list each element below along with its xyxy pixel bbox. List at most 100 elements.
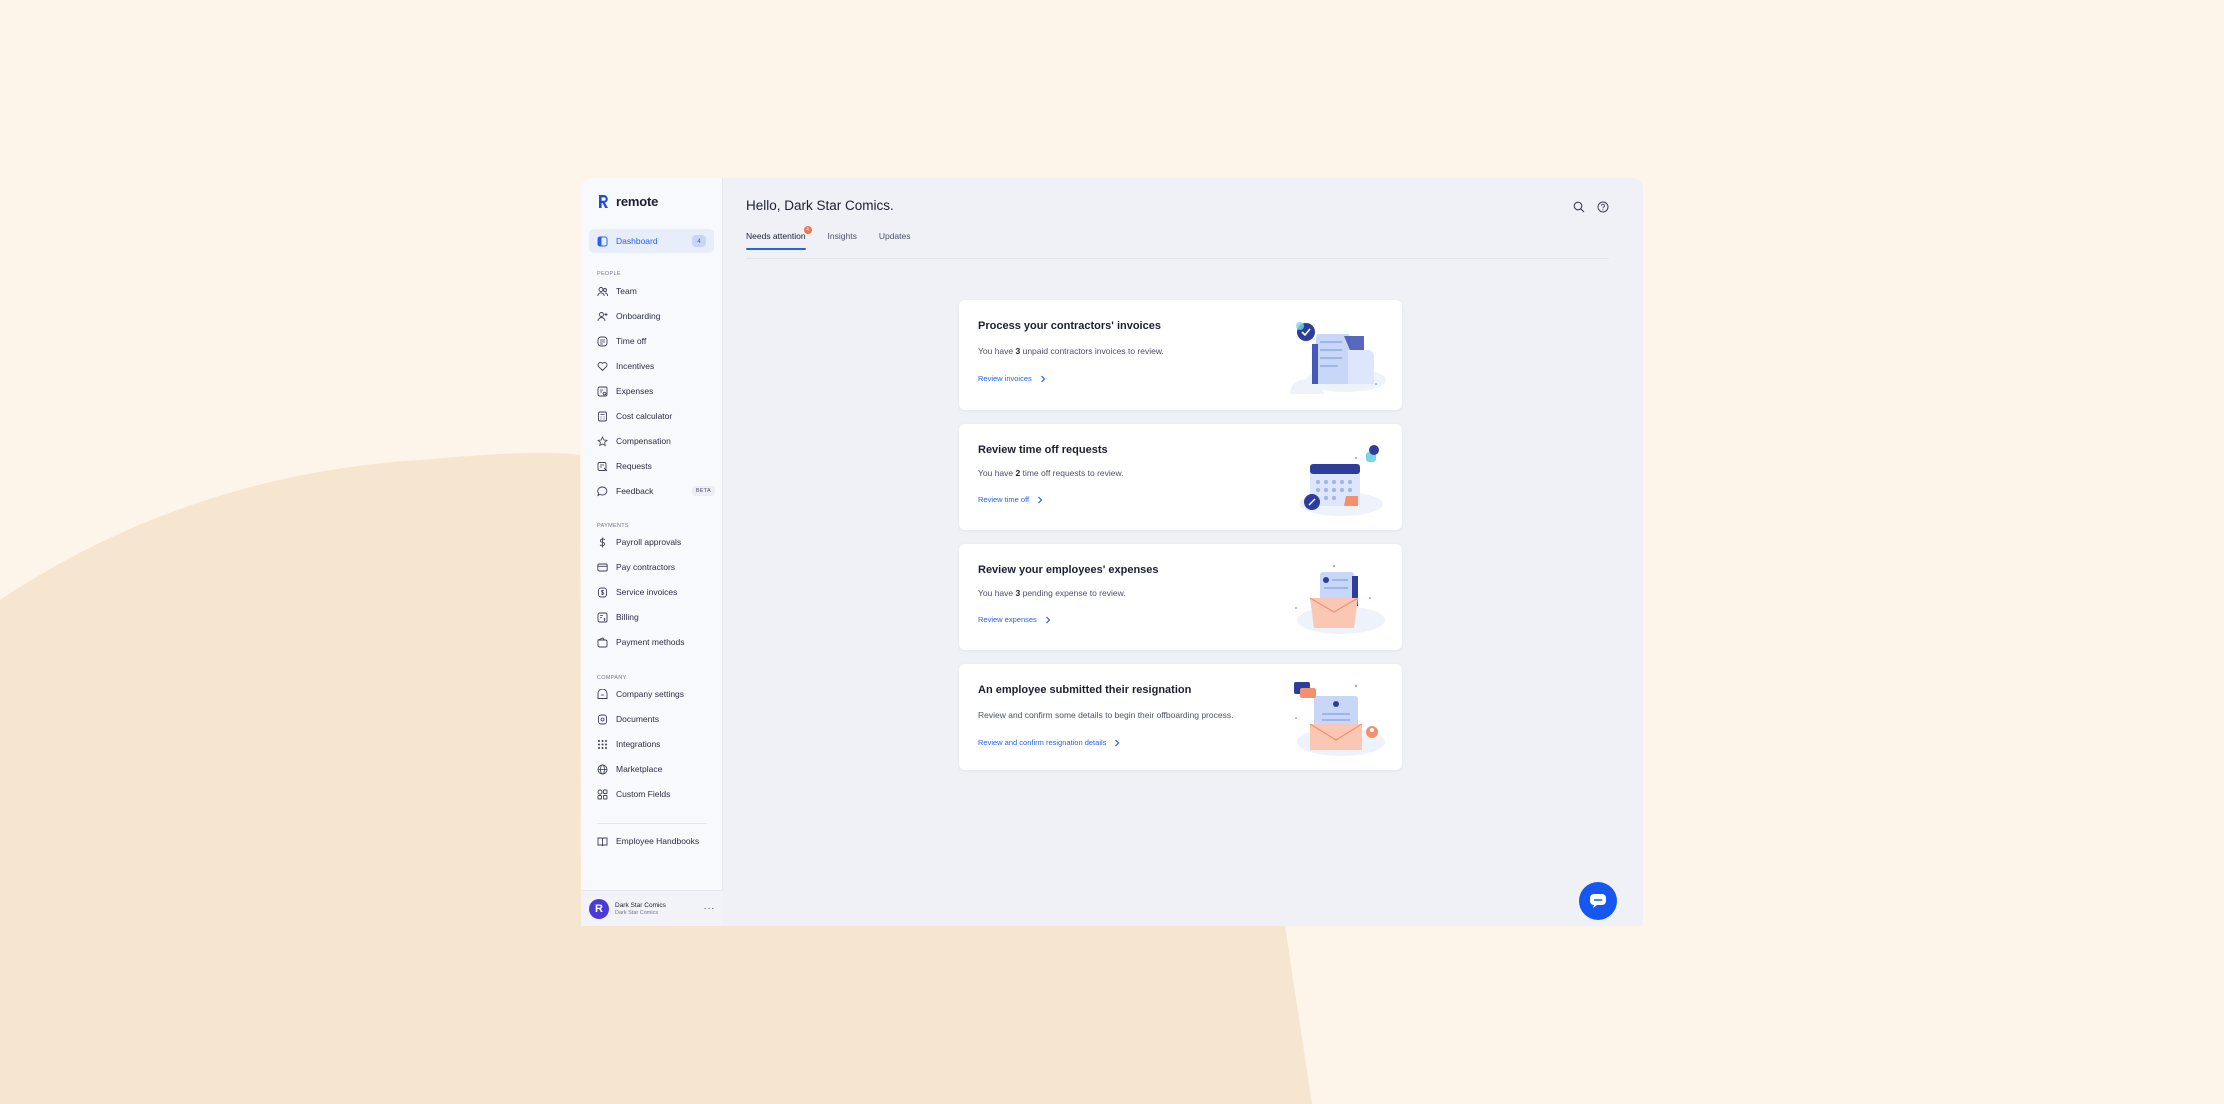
task-cards: Process your contractors' invoices You h… (959, 300, 1402, 784)
fields-icon (597, 789, 608, 799)
sidebar-item-label: Custom Fields (616, 789, 671, 799)
task-card-time-off: Review time off requests You have 2 time… (959, 424, 1402, 530)
account-switcher[interactable]: R Dark Star Comics Dark Star Comics ··· (581, 890, 723, 926)
sidebar-item-label: Payment methods (616, 637, 685, 647)
sidebar-item-marketplace[interactable]: Marketplace (597, 762, 715, 776)
app-window: remote Dashboard 4 PEOPLE Team Onboardin… (581, 178, 1643, 926)
card-title: An employee submitted their resignation (978, 684, 1192, 696)
card-title: Review time off requests (978, 444, 1108, 456)
expenses-icon (597, 386, 608, 396)
team-icon (597, 286, 608, 296)
sidebar-item-label: Dashboard (616, 236, 658, 246)
sidebar-item-label: Team (616, 286, 637, 296)
account-name: Dark Star Comics (615, 901, 666, 909)
sidebar-item-label: Incentives (616, 361, 655, 371)
tab-updates[interactable]: Updates (879, 231, 911, 250)
sidebar-item-label: Service invoices (616, 587, 678, 597)
globe-icon (597, 764, 608, 774)
avatar: R (589, 898, 609, 919)
card-description: You have 2 time off requests to review. (978, 468, 1124, 478)
chat-support-button[interactable] (1579, 882, 1617, 920)
card-description: You have 3 unpaid contractors invoices t… (978, 346, 1164, 356)
notification-badge: 4 (803, 226, 812, 234)
tab-label: Needs attention (746, 231, 806, 241)
sidebar-item-payment-methods[interactable]: Payment methods (597, 635, 715, 649)
chevron-right-icon (1040, 375, 1046, 382)
card-title: Review your employees' expenses (978, 564, 1159, 576)
sidebar-divider (597, 823, 707, 824)
sidebar-item-label: Time off (616, 336, 647, 346)
chat-bubble-icon (597, 486, 608, 496)
calculator-icon (598, 411, 607, 421)
sidebar-item-cost-calculator[interactable]: Cost calculator (597, 409, 715, 423)
sidebar-item-documents[interactable]: Documents (597, 712, 715, 726)
sidebar-item-expenses[interactable]: Expenses (597, 384, 715, 398)
sidebar-item-custom-fields[interactable]: Custom Fields (597, 787, 715, 801)
sidebar-item-billing[interactable]: Billing (597, 610, 715, 624)
review-resignation-link[interactable]: Review and confirm resignation details (978, 738, 1120, 747)
sidebar-item-pay-contractors[interactable]: Pay contractors (597, 560, 715, 574)
invoice-icon (598, 587, 607, 597)
sidebar-item-onboarding[interactable]: Onboarding (597, 309, 715, 323)
dollar-icon (599, 537, 606, 547)
building-icon (597, 688, 608, 699)
help-icon[interactable] (1597, 201, 1609, 213)
sidebar-item-incentives[interactable]: Incentives (597, 359, 715, 373)
card-description: Review and confirm some details to begin… (978, 710, 1234, 720)
review-time-off-link[interactable]: Review time off (978, 495, 1043, 504)
sidebar-item-label: Company settings (616, 689, 685, 699)
task-card-resignation: An employee submitted their resignation … (959, 664, 1402, 770)
sidebar-item-label: Employee Handbooks (616, 836, 700, 846)
sidebar-item-service-invoices[interactable]: Service invoices (597, 585, 715, 599)
sidebar-item-label: Onboarding (616, 311, 661, 321)
chevron-right-icon (1115, 739, 1120, 746)
sidebar-item-feedback[interactable]: Feedback BETA (597, 484, 715, 498)
tab-insights[interactable]: Insights (828, 231, 857, 250)
section-label-people: PEOPLE (597, 271, 621, 277)
main-content: Hello, Dark Star Comics. Needs attention… (723, 178, 1643, 926)
tab-bar: Needs attention 4 Insights Updates (746, 226, 911, 250)
card-title: Process your contractors' invoices (978, 320, 1161, 332)
grid-icon (598, 739, 607, 749)
sidebar-item-label: Marketplace (616, 764, 663, 774)
section-label-company: COMPANY (597, 675, 627, 681)
calendar-illustration (1299, 445, 1383, 516)
section-label-payments: PAYMENTS (597, 523, 629, 529)
sidebar-item-label: Cost calculator (616, 411, 673, 421)
resignation-illustration (1294, 682, 1385, 756)
star-icon (597, 435, 608, 446)
tab-label: Insights (827, 231, 857, 241)
sidebar-item-compensation[interactable]: Compensation (597, 434, 715, 448)
card-description: You have 3 pending expense to review. (978, 588, 1126, 598)
sidebar-item-requests[interactable]: Requests (597, 459, 715, 473)
brand-logo[interactable]: remote (597, 194, 658, 209)
review-expenses-link[interactable]: Review expenses (978, 615, 1051, 624)
search-icon[interactable] (1573, 201, 1585, 213)
sidebar-item-label: Billing (616, 612, 639, 622)
sidebar-item-integrations[interactable]: Integrations (597, 737, 715, 751)
sidebar-item-label: Integrations (616, 739, 661, 749)
sidebar-item-time-off[interactable]: Time off (597, 334, 715, 348)
tab-needs-attention[interactable]: Needs attention 4 (746, 226, 812, 250)
sidebar-item-label: Feedback (616, 486, 654, 496)
sidebar-item-payroll-approvals[interactable]: Payroll approvals (597, 535, 715, 549)
sidebar-item-company-settings[interactable]: Company settings (597, 687, 715, 701)
dashboard-icon (597, 236, 608, 246)
heart-icon (597, 361, 608, 371)
sidebar-item-dashboard[interactable]: Dashboard 4 (589, 229, 714, 253)
sidebar-item-label: Documents (616, 714, 659, 724)
account-subtitle: Dark Star Comics (615, 909, 659, 916)
sidebar-item-employee-handbooks[interactable]: Employee Handbooks (597, 834, 715, 848)
page-title: Hello, Dark Star Comics. (746, 198, 894, 213)
invoice-illustration (1289, 322, 1386, 394)
expenses-illustration (1295, 564, 1385, 634)
review-invoices-link[interactable]: Review invoices (978, 374, 1046, 383)
sidebar: remote Dashboard 4 PEOPLE Team Onboardin… (581, 178, 723, 926)
sidebar-item-team[interactable]: Team (597, 284, 715, 298)
beta-badge: BETA (691, 486, 715, 496)
card-icon (597, 563, 608, 571)
sidebar-item-label: Expenses (616, 386, 654, 396)
sidebar-item-label: Compensation (616, 436, 671, 446)
more-options-icon[interactable]: ··· (704, 903, 716, 914)
dashboard-count-badge: 4 (692, 235, 706, 247)
